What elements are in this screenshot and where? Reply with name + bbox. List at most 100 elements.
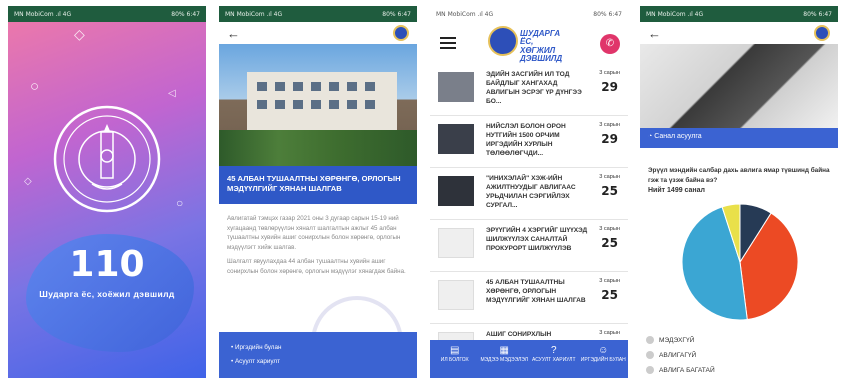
top-bar: ← [219, 22, 417, 44]
tab-label: МЭДЭЭ МЭДЭЭЛЭЛ [480, 356, 529, 363]
logo-line: ДЭВШИЛД [520, 54, 563, 64]
tab-label: АСУУЛТ ХАРИУЛТ [531, 356, 576, 363]
news-title: ЭРҮҮГИЙН 4 ХЭРГИЙГ ШҮҮХЭД ШИЛЖҮҮЛЭХ САНА… [486, 227, 588, 253]
footer-menu: • Иргэдийн булан • Асуулт хариулт [219, 332, 417, 378]
status-right: 80% 6:47 [171, 10, 200, 18]
news-month: 3 сарын [599, 330, 620, 336]
news-item[interactable]: ЭРҮҮГИЙН 4 ХЭРГИЙГ ШҮҮХЭД ШИЛЖҮҮЛЭХ САНА… [430, 220, 628, 272]
splash-screen: MN MobiCom .ıl 4G 80% 6:47 ◇ ○ ◁ ◇ ○ 110… [8, 6, 206, 378]
footer-item-citizens-corner[interactable]: • Иргэдийн булан [231, 344, 405, 351]
circle-outline-icon: ○ [176, 196, 184, 210]
diamond-icon: ◇ [24, 176, 32, 187]
news-list-screen: MN MobiCom .ıl 4G 80% 6:47 ШУДАРГА ЁС, Х… [430, 6, 628, 378]
radio-button-icon[interactable] [646, 336, 654, 344]
slogan: Шударга ёс, хоёжил дэвшилд [39, 289, 175, 299]
news-thumbnail [438, 124, 474, 154]
poll-option[interactable]: АВЛИГА БАГАТАЙ [646, 366, 715, 374]
poll-option-label: АВЛИГАГҮЙ [659, 351, 697, 359]
status-bar: MN MobiCom .ıl 4G 80% 6:47 [219, 6, 417, 22]
footer-item-label: Асуулт хариулт [234, 358, 280, 365]
status-bar: MN MobiCom .ıl 4G 80% 6:47 [8, 6, 206, 22]
news-month: 3 сарын [599, 278, 620, 284]
news-title: 45 АЛБАН ТУШААЛТНЫ ХӨРӨНГӨ, ОРЛОГЫН МЭДҮ… [486, 279, 586, 305]
logo-text: ШУДАРГА ЁС, ХӨГЖИЛ ДЭВШИЛД [520, 29, 572, 64]
app-screenshots-collage: MN MobiCom .ıl 4G 80% 6:47 ◇ ○ ◁ ◇ ○ 110… [0, 0, 843, 382]
back-arrow-icon[interactable]: ← [227, 27, 240, 40]
article-screen: MN MobiCom .ıl 4G 80% 6:47 ← 45 АЛБАН ТУ… [219, 6, 417, 378]
poll-option-label: АВЛИГА БАГАТАЙ [659, 366, 715, 374]
tab-report[interactable]: ▤ ИЛ БОЛГОХ [430, 340, 480, 378]
poll-option[interactable]: АВЛИГАГҮЙ [646, 351, 715, 359]
image-placeholder-icon [438, 228, 474, 258]
news-title: "ИНИХЭЛАЙ" ХЭЖ-ИЙН АЖИЛТНУУДЫГ АВЛИГААС … [486, 175, 576, 210]
tab-label: ИЛ БОЛГОХ [440, 356, 469, 363]
poll-option-label: МЭДЭХГҮЙ [659, 336, 695, 344]
poll-icon: ◔ [648, 133, 653, 140]
status-bar: MN MobiCom .ıl 4G 80% 6:47 [430, 6, 628, 22]
hotline-number: 110 [69, 244, 145, 285]
poll-section-bar: ◔ Санал асуулга [640, 128, 838, 148]
status-left: MN MobiCom .ıl 4G [225, 10, 283, 18]
news-title: ЭДИЙН ЗАСГИЙН ИЛ ТОД БАЙДЛЫГ ХАНГАХАД АВ… [486, 71, 582, 106]
news-day: 25 [601, 236, 618, 250]
radio-button-icon[interactable] [646, 366, 654, 374]
article-headline: 45 АЛБАН ТУШААЛТНЫ ХӨРӨНГӨ, ОРЛОГЫН МЭДҮ… [219, 166, 417, 204]
news-title: АШИГ СОНИРХЛЫН [486, 331, 552, 338]
app-header: ШУДАРГА ЁС, ХӨГЖИЛ ДЭВШИЛД ✆ [430, 22, 628, 64]
article-body: Авлигатай тэмцэх газар 2021 оны 3 дугаар… [219, 204, 417, 277]
triangle-icon: ◁ [168, 88, 176, 99]
article-photo [219, 44, 417, 166]
status-left: MN MobiCom .ıl 4G [436, 10, 494, 18]
poll-options: МЭДЭХГҮЙ АВЛИГАГҮЙ АВЛИГА БАГАТАЙ [646, 336, 715, 378]
poll-pie-chart [681, 203, 799, 321]
status-left: MN MobiCom .ıl 4G [646, 10, 704, 18]
agency-logo-icon [393, 25, 409, 41]
news-title: НИЙСЛЭЛ БОЛОН ОРОН НУТГИЙН 1500 ОРЧИМ ИР… [486, 123, 566, 158]
radio-button-icon[interactable] [646, 351, 654, 359]
diamond-icon: ◇ [74, 26, 85, 42]
circle-outline-icon: ○ [30, 78, 40, 95]
poll-screen: MN MobiCom .ıl 4G 80% 6:47 ← ◔ Санал асу… [640, 6, 838, 378]
agency-emblem-icon [53, 105, 161, 213]
status-right: 80% 6:47 [593, 10, 622, 18]
agency-logo-icon [814, 25, 830, 41]
trees-image [219, 130, 417, 166]
poll-option[interactable]: МЭДЭХГҮЙ [646, 336, 715, 344]
tab-faq[interactable]: ? АСУУЛТ ХАРИУЛТ [529, 340, 579, 378]
article-paragraph: Шалгалт явуулахдаа 44 албан тушаалтны ху… [227, 258, 406, 276]
news-day: 29 [601, 80, 618, 94]
agency-seal-icon [488, 26, 518, 56]
poll-total-votes: Нийт 1499 санал [648, 187, 705, 195]
people-icon: ☺ [598, 345, 609, 356]
top-bar: ← [640, 22, 838, 44]
news-month: 3 сарын [599, 70, 620, 76]
news-thumbnail [438, 72, 474, 102]
poll-section-title: Санал асуулга [654, 133, 702, 140]
hamburger-menu-icon[interactable] [440, 37, 456, 52]
news-item[interactable]: ЭДИЙН ЗАСГИЙН ИЛ ТОД БАЙДЛЫГ ХАНГАХАД АВ… [430, 64, 628, 116]
status-right: 80% 6:47 [803, 10, 832, 18]
news-icon: ▦ [499, 345, 509, 356]
news-month: 3 сарын [599, 122, 620, 128]
news-month: 3 сарын [599, 174, 620, 180]
tab-news[interactable]: ▦ МЭДЭЭ МЭДЭЭЛЭЛ [480, 340, 530, 378]
news-item[interactable]: 45 АЛБАН ТУШААЛТНЫ ХӨРӨНГӨ, ОРЛОГЫН МЭДҮ… [430, 272, 628, 324]
news-thumbnail [438, 176, 474, 206]
article-paragraph: Авлигатай тэмцэх газар 2021 оны 3 дугаар… [227, 215, 401, 251]
footer-item-label: Иргэдийн булан [234, 344, 282, 351]
status-bar: MN MobiCom .ıl 4G 80% 6:47 [640, 6, 838, 22]
status-left: MN MobiCom .ıl 4G [14, 10, 72, 18]
footer-item-faq[interactable]: • Асуулт хариулт [231, 358, 405, 365]
help-icon: ? [550, 345, 557, 356]
news-item[interactable]: НИЙСЛЭЛ БОЛОН ОРОН НУТГИЙН 1500 ОРЧИМ ИР… [430, 116, 628, 168]
call-phone-icon[interactable]: ✆ [600, 34, 620, 54]
status-right: 80% 6:47 [382, 10, 411, 18]
tab-citizens[interactable]: ☺ ИРГЭДИЙН БУЛАН [579, 340, 629, 378]
news-month: 3 сарын [599, 226, 620, 232]
image-placeholder-icon [438, 280, 474, 310]
news-item[interactable]: "ИНИХЭЛАЙ" ХЭЖ-ИЙН АЖИЛТНУУДЫГ АВЛИГААС … [430, 168, 628, 220]
news-day: 25 [601, 288, 618, 302]
poll-photo [640, 44, 838, 128]
back-arrow-icon[interactable]: ← [648, 27, 661, 40]
report-icon: ▤ [450, 345, 460, 356]
